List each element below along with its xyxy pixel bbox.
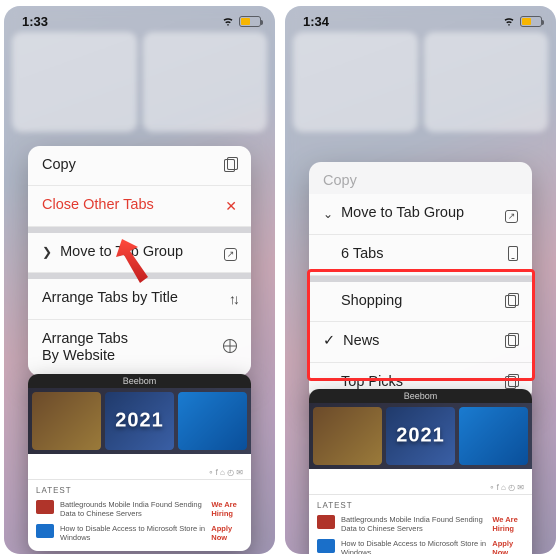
list-item[interactable]: How to Disable Access to Microsoft Store… [36,521,243,545]
thumb-icon [317,539,335,553]
thumb-icon [36,524,54,538]
menu-label: Arrange Tabs by Title [42,290,178,307]
item-text: Battlegrounds Mobile India Found Sending… [341,515,486,533]
item-text: How to Disable Access to Microsoft Store… [341,539,486,554]
menu-label: Copy [42,157,76,174]
context-menu: Copy Close Other Tabs ✕ ❯ Move to Tab Gr… [28,146,251,376]
tab-preview-card[interactable]: Beebom 2021 ∘ f ⌂ ◴ ✉ LATEST Battlegroun… [309,389,532,554]
tab-body [309,469,532,481]
hero-thumb [459,407,528,465]
menu-arrange-by-website[interactable]: Arrange Tabs By Website [28,320,251,377]
tab-group-submenu: Copy ⌄ Move to Tab Group ↗ 6 Tabs Shoppi… [309,162,532,402]
copy-icon [224,157,237,174]
open-icon: ↗ [224,244,237,261]
latest-label: LATEST [28,479,251,497]
menu-copy[interactable]: Copy [28,146,251,186]
latest-list: Battlegrounds Mobile India Found Sending… [309,512,532,554]
menu-close-other-tabs[interactable]: Close Other Tabs ✕ [28,186,251,226]
tab-hero: 2021 [28,388,251,454]
clock: 1:34 [303,14,329,29]
bg-cards [12,32,267,132]
latest-label: LATEST [309,494,532,512]
hero-year: 2021 [396,425,445,448]
menu-copy-dimmed: Copy [309,162,532,194]
tab-hero: 2021 [309,403,532,469]
status-bar: 1:33 [4,6,275,32]
menu-arrange-by-title[interactable]: Arrange Tabs by Title ↑↓ [28,279,251,319]
menu-label: 6 Tabs [323,246,383,263]
menu-label: Move to Tab Group [341,205,464,222]
item-text: Battlegrounds Mobile India Found Sending… [60,500,205,518]
latest-list: Battlegrounds Mobile India Found Sending… [28,497,251,551]
screenshot-right: 1:34 Copy ⌄ Move to Tab Group ↗ 6 Tabs [285,6,556,554]
list-item[interactable]: Battlegrounds Mobile India Found Sending… [36,497,243,521]
menu-move-to-tab-group[interactable]: ❯ Move to Tab Group ↗ [28,233,251,273]
hero-thumb [32,392,101,450]
chevron-right-icon: ❯ [42,245,52,259]
copies-icon [505,293,518,310]
clock: 1:33 [22,14,48,29]
tab-group-option[interactable]: Shopping [309,282,532,322]
tab-site-name: Beebom [28,374,251,388]
apply-link: Apply Now [492,539,524,554]
group-label: News [343,333,379,350]
menu-label: Copy [323,173,357,190]
menu-label-line1: Arrange Tabs [42,331,128,347]
sort-icon: ↑↓ [229,291,237,307]
chevron-down-icon: ⌄ [323,207,333,221]
social-icons: ∘ f ⌂ ◴ ✉ [28,466,251,479]
status-bar: 1:34 [285,6,556,32]
hero-thumb [178,392,247,450]
hero-year: 2021 [115,410,164,433]
check-icon: ✓ [323,333,335,350]
hero-thumb: 2021 [386,407,455,465]
bg-cards [293,32,548,132]
item-text: How to Disable Access to Microsoft Store… [60,524,205,542]
apply-link: Apply Now [211,524,243,542]
menu-label-line2: By Website [42,348,115,364]
tab-site-name: Beebom [309,389,532,403]
menu-label: Move to Tab Group [60,244,183,261]
menu-tabs-count[interactable]: 6 Tabs [309,235,532,276]
hiring-badge: We Are Hiring [492,515,524,533]
wifi-icon [221,16,235,26]
screenshot-left: 1:33 Copy Close Other Tabs ✕ ❯ Move to T… [4,6,275,554]
globe-icon [223,339,237,356]
copies-icon [505,333,518,350]
tab-group-option-selected[interactable]: ✓ News [309,322,532,362]
list-item[interactable]: How to Disable Access to Microsoft Store… [317,536,524,554]
group-label: Shopping [323,293,402,310]
device-icon [508,246,518,264]
battery-icon [239,16,261,27]
hiring-badge: We Are Hiring [211,500,243,518]
tab-preview-card[interactable]: Beebom 2021 ∘ f ⌂ ◴ ✉ LATEST Battlegroun… [28,374,251,551]
hero-thumb: 2021 [105,392,174,450]
social-icons: ∘ f ⌂ ◴ ✉ [309,481,532,494]
tab-body [28,454,251,466]
menu-label: Close Other Tabs [42,197,154,214]
hero-thumb [313,407,382,465]
menu-move-to-tab-group[interactable]: ⌄ Move to Tab Group ↗ [309,194,532,234]
close-icon: ✕ [225,198,237,215]
wifi-icon [502,16,516,26]
thumb-icon [36,500,54,514]
list-item[interactable]: Battlegrounds Mobile India Found Sending… [317,512,524,536]
open-icon: ↗ [505,206,518,223]
battery-icon [520,16,542,27]
thumb-icon [317,515,335,529]
